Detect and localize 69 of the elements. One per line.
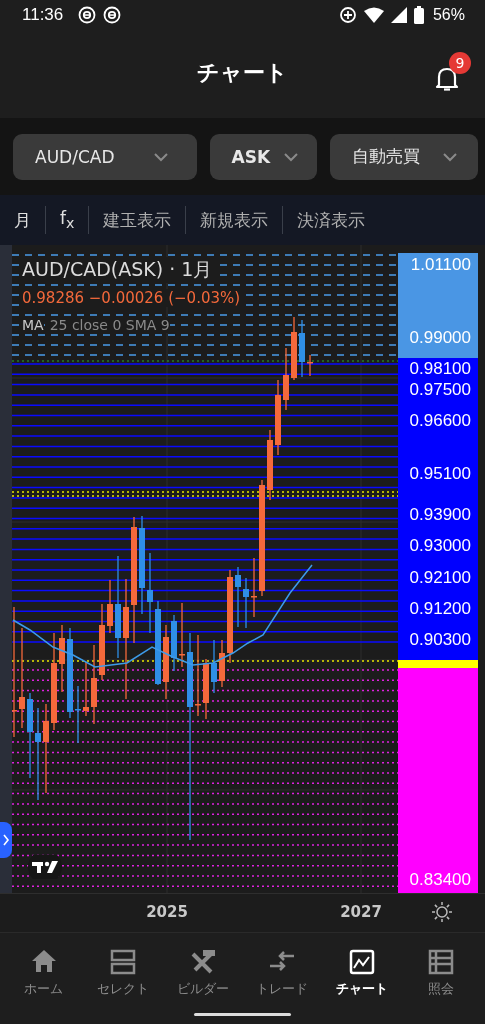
price-label: 0.99000 bbox=[409, 326, 471, 349]
price-label: 0.92100 bbox=[409, 566, 471, 589]
candle bbox=[235, 566, 241, 628]
price-label: 0.93900 bbox=[409, 504, 471, 527]
dropdown[interactable]: ASK bbox=[209, 133, 318, 180]
candle bbox=[291, 316, 297, 381]
nav-tab[interactable]: ビルダー bbox=[164, 948, 241, 998]
nav-tab[interactable]: 照会 bbox=[403, 948, 480, 998]
price-label: 0.93000 bbox=[409, 535, 471, 558]
candle bbox=[171, 614, 177, 672]
indicator-name: MA bbox=[22, 317, 44, 333]
candle bbox=[283, 347, 289, 411]
candle bbox=[75, 685, 81, 744]
chevron-right-icon bbox=[2, 833, 10, 847]
chart-title: AUD/CAD(ASK) · 1月 bbox=[22, 257, 216, 283]
notification-bell-icon[interactable] bbox=[435, 66, 459, 92]
stacked-rectangles-icon bbox=[109, 948, 138, 976]
time-label: 2025 bbox=[146, 903, 188, 921]
toolbar-button[interactable]: 建玉表示 bbox=[89, 208, 186, 232]
candle bbox=[299, 319, 305, 378]
chart-icon bbox=[347, 948, 376, 976]
app-notification-icon bbox=[78, 6, 97, 24]
price-label: 1.01100 bbox=[410, 254, 471, 276]
price-label: 0.91200 bbox=[409, 598, 471, 620]
candle bbox=[59, 624, 65, 693]
table-icon bbox=[427, 948, 456, 976]
screen-title: チャート bbox=[197, 59, 288, 87]
candle bbox=[251, 557, 257, 618]
candle bbox=[307, 354, 313, 377]
candle bbox=[211, 639, 217, 694]
price-label: 0.90300 bbox=[409, 629, 471, 652]
nav-tab[interactable]: セレクト bbox=[85, 948, 162, 998]
price-label: 0.97500 bbox=[409, 379, 471, 402]
chevron-down-icon bbox=[152, 151, 169, 162]
candle bbox=[243, 577, 249, 629]
wifi-icon bbox=[363, 7, 384, 23]
price-label: 0.95100 bbox=[409, 462, 471, 485]
price-label: 0.98100 bbox=[409, 358, 471, 381]
indicators-button[interactable]: f$_{x}$ bbox=[46, 208, 89, 232]
candle bbox=[203, 658, 209, 720]
time-label: 2027 bbox=[340, 903, 382, 921]
toolbar-button[interactable]: 月 bbox=[14, 208, 45, 232]
status-time: 11:36 bbox=[22, 5, 64, 25]
expand-tab[interactable] bbox=[0, 822, 12, 858]
logo-icon bbox=[28, 855, 62, 879]
notification-badge: 9 bbox=[449, 52, 471, 74]
toolbar-button[interactable]: 新規表示 bbox=[186, 208, 283, 232]
indicator-parameters: 25 close 0 SMA 9 bbox=[49, 317, 170, 333]
candle bbox=[267, 429, 273, 501]
candle bbox=[219, 639, 225, 688]
theme-toggle-icon[interactable] bbox=[431, 901, 453, 923]
nav-tab[interactable]: チャート bbox=[323, 948, 400, 998]
candle bbox=[107, 579, 113, 634]
dropdown[interactable]: 自動売買 bbox=[330, 133, 478, 180]
battery-icon bbox=[413, 6, 424, 24]
candle bbox=[179, 602, 185, 668]
price-label: 0.83400 bbox=[409, 869, 471, 892]
dropdown[interactable]: AUD/CAD bbox=[13, 133, 197, 180]
data-saver-icon bbox=[338, 6, 357, 24]
toolbar-button[interactable]: 決済表示 bbox=[283, 208, 380, 232]
chevron-down-icon bbox=[442, 151, 458, 162]
app-notification-icon bbox=[103, 6, 122, 24]
nav-tab[interactable]: トレード bbox=[244, 948, 321, 998]
nav-tab[interactable]: ホーム bbox=[5, 948, 82, 998]
chevron-down-icon bbox=[283, 151, 300, 162]
candle bbox=[83, 661, 89, 717]
battery-percentage: 56% bbox=[432, 6, 465, 24]
signal-icon bbox=[390, 7, 407, 23]
price-label: 0.96600 bbox=[409, 410, 471, 433]
